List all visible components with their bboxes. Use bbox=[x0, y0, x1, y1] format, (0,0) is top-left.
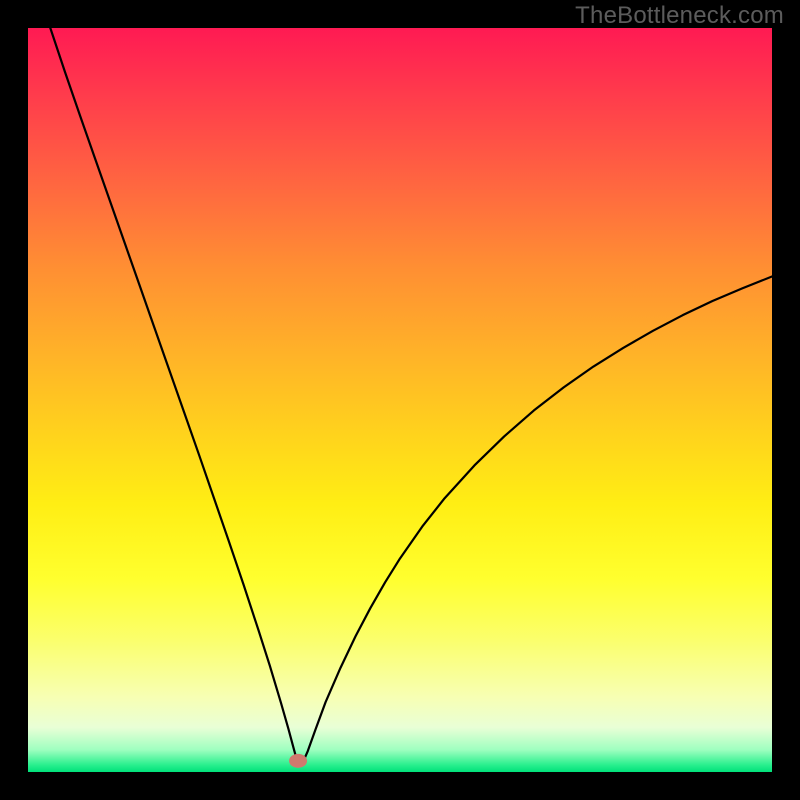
attribution-text: TheBottleneck.com bbox=[575, 2, 784, 30]
bottleneck-curve bbox=[50, 28, 772, 765]
plot-area bbox=[28, 28, 772, 772]
chart-frame: TheBottleneck.com bbox=[0, 0, 800, 800]
minimum-marker bbox=[289, 754, 307, 768]
plot-svg bbox=[28, 28, 772, 772]
